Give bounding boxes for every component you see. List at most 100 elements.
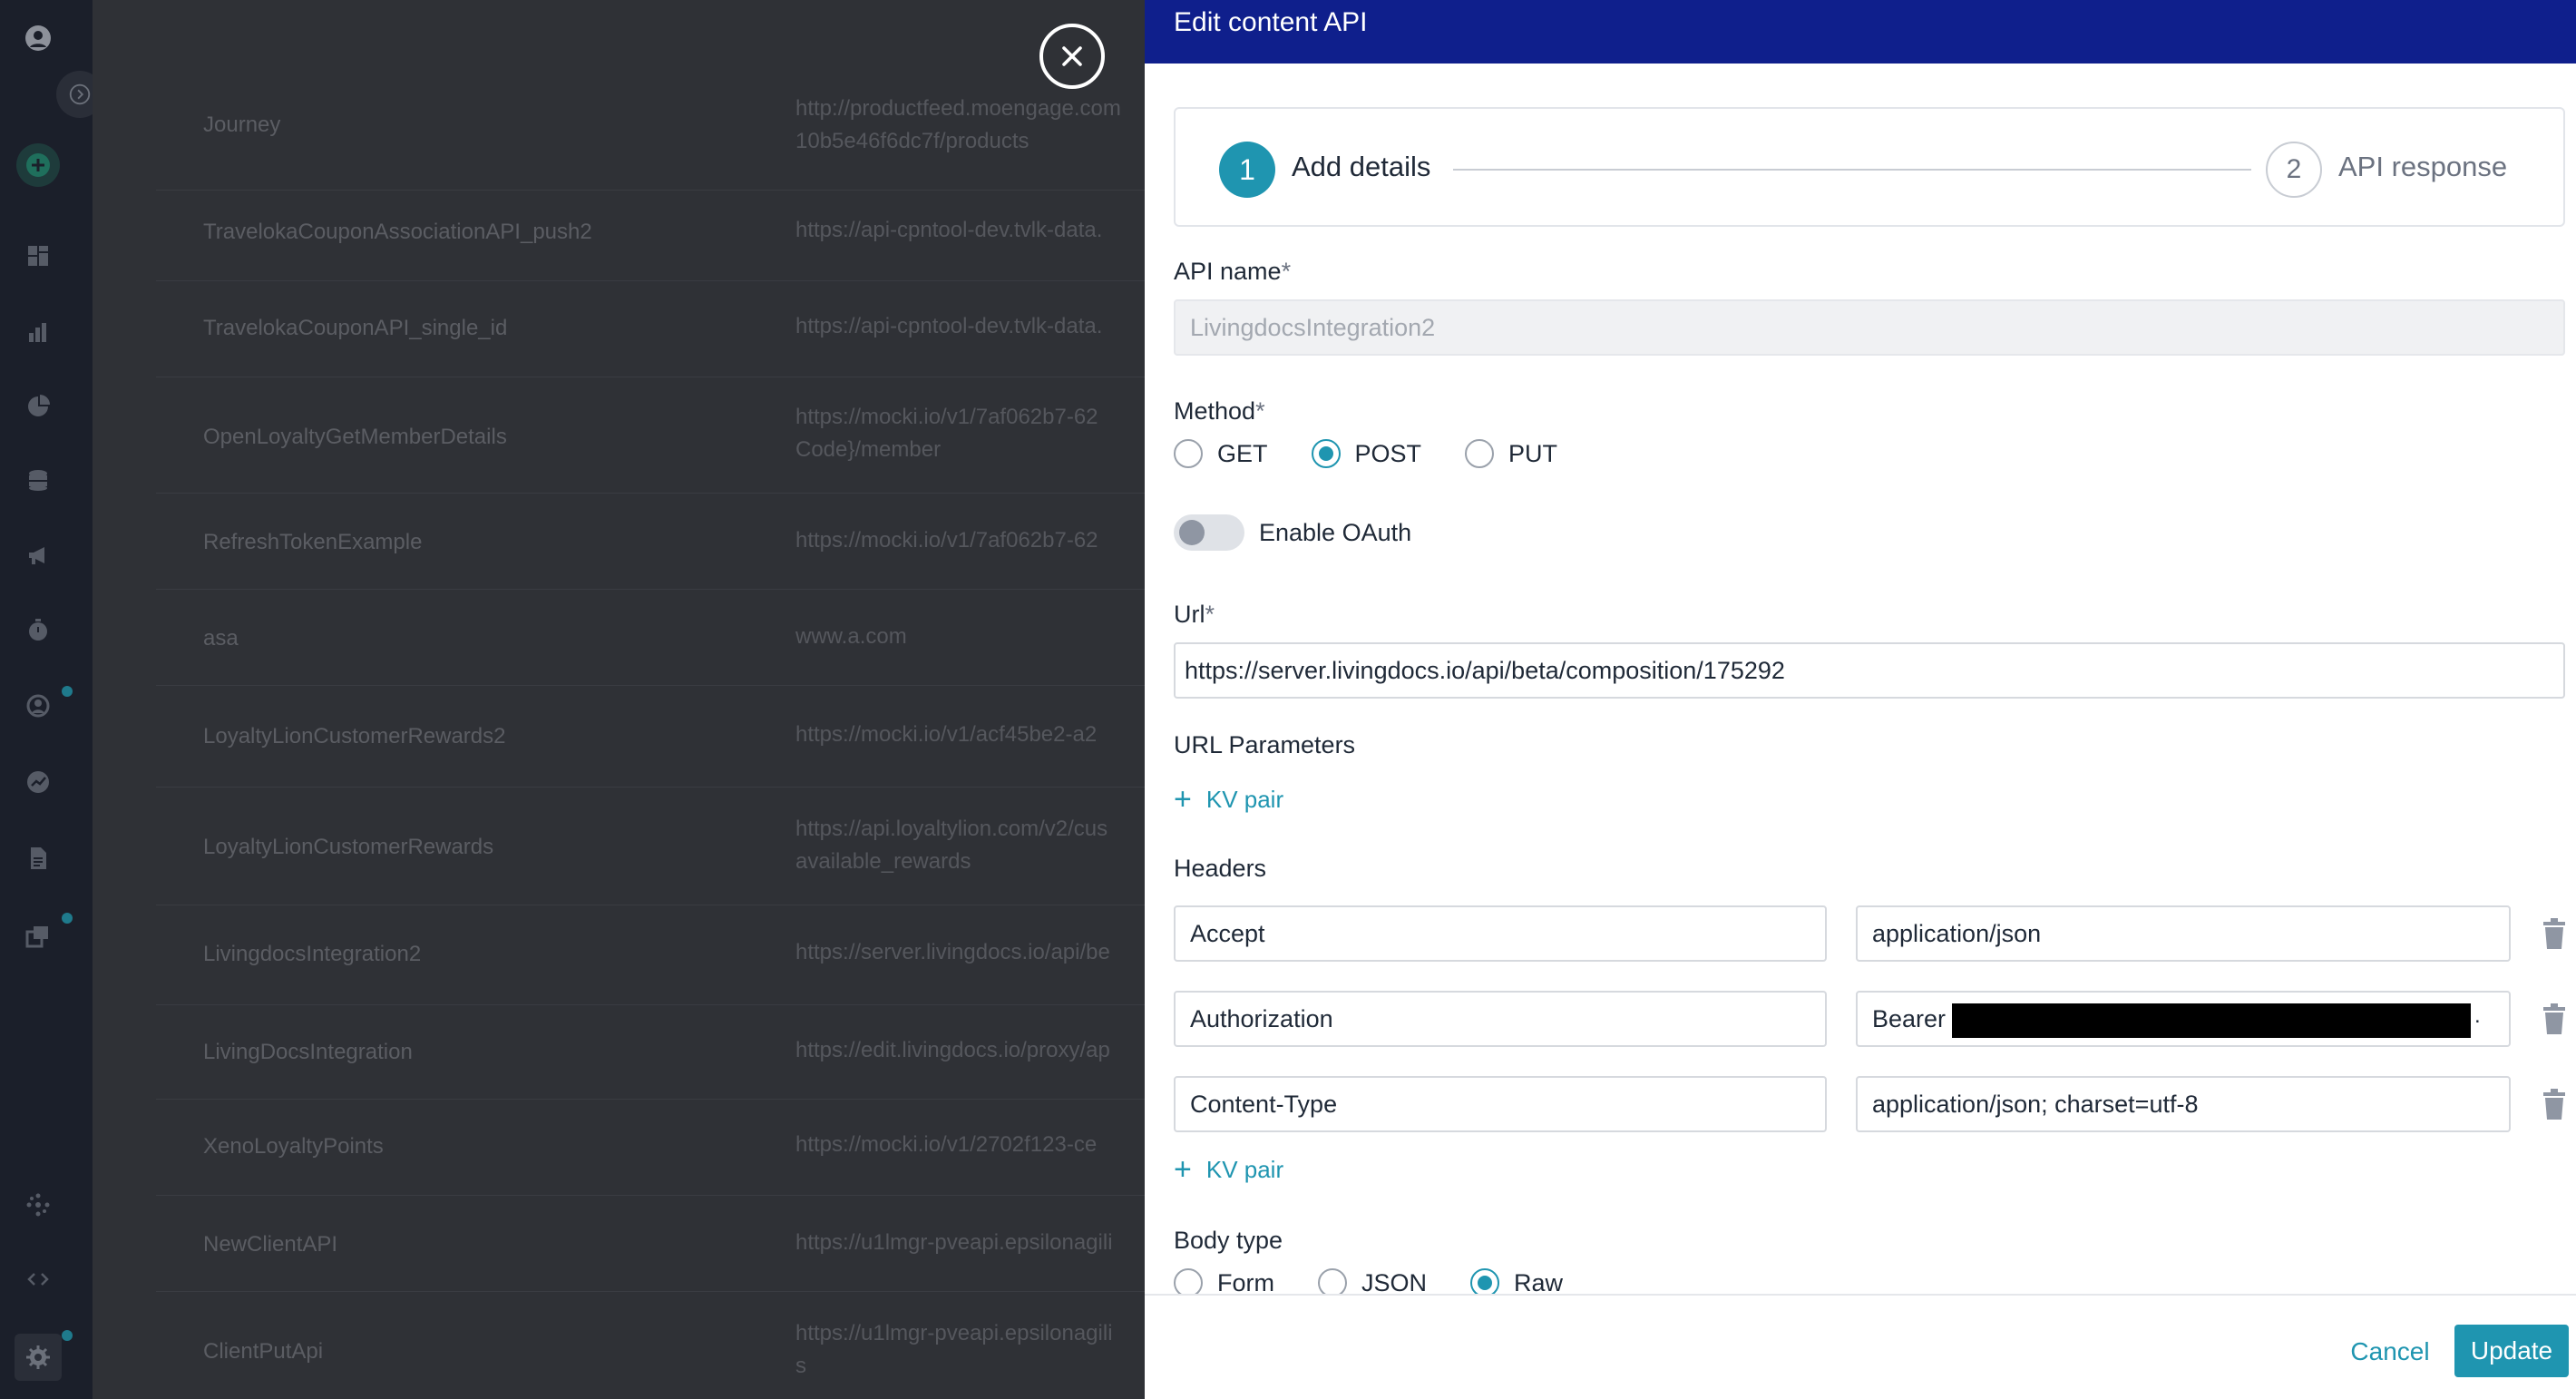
step-2-label[interactable]: API response	[2338, 151, 2507, 183]
table-row: LivingDocsIntegration https://edit.livin…	[156, 1005, 1145, 1100]
api-url-cell: https://mocki.io/v1/7af062b7-62 Code}/mem…	[795, 405, 1098, 462]
timer-icon[interactable]	[20, 611, 56, 648]
settings-gear-icon[interactable]	[15, 1334, 62, 1381]
body-json-label[interactable]: JSON	[1361, 1269, 1427, 1297]
api-url-cell: https://api-cpntool-dev.tvlk-data.	[795, 314, 1103, 338]
api-name-cell: LoyaltyLionCustomerRewards	[203, 835, 494, 859]
step-connector	[1453, 169, 2251, 171]
step-1-indicator[interactable]: 1	[1219, 142, 1275, 198]
redacted-token-block	[1952, 1003, 2471, 1038]
content-library-icon[interactable]	[20, 918, 56, 954]
add-url-parameter-button[interactable]: + KV pair	[1174, 784, 1283, 815]
method-radio-group: GET POST PUT	[1174, 439, 1601, 468]
api-url-cell: http://productfeed.moengage.com 10b5e46f6…	[795, 96, 1121, 153]
truncation-ellipsis: .	[2474, 1003, 2481, 1028]
header-key-input[interactable]	[1174, 991, 1827, 1047]
delete-header-trash-icon[interactable]	[2542, 918, 2567, 949]
document-icon[interactable]	[20, 840, 56, 876]
users-icon[interactable]	[20, 688, 56, 724]
dashboard-icon[interactable]	[20, 238, 56, 274]
api-url-cell: https://mocki.io/v1/acf45be2-a2	[795, 722, 1098, 747]
method-post-radio[interactable]	[1311, 439, 1341, 468]
delete-header-trash-icon[interactable]	[2542, 1089, 2567, 1120]
analytics-bar-icon[interactable]	[20, 314, 56, 350]
api-name-input[interactable]	[1174, 299, 2565, 356]
api-url-cell: https://u1lmgr-pveapi.epsilonagili	[795, 1230, 1113, 1255]
database-icon[interactable]	[20, 463, 56, 499]
add-kv-pair-label: KV pair	[1205, 785, 1284, 813]
header-value-input[interactable]	[1856, 1076, 2511, 1132]
plus-icon: +	[1174, 1152, 1192, 1187]
trends-icon[interactable]	[20, 764, 56, 800]
table-row: LoyaltyLionCustomerRewards2 https://mock…	[156, 686, 1145, 788]
api-name-cell: asa	[203, 626, 239, 651]
api-name-cell: NewClientAPI	[203, 1232, 338, 1257]
campaigns-megaphone-icon[interactable]	[20, 537, 56, 573]
headers-label: Headers	[1174, 855, 1267, 882]
header-value-input[interactable]	[1856, 905, 2511, 962]
method-put-label[interactable]: PUT	[1508, 440, 1557, 468]
body-type-label: Body type	[1174, 1227, 1283, 1254]
table-row: OpenLoyaltyGetMemberDetails https://mock…	[156, 377, 1145, 494]
table-row: asa www.a.com	[156, 590, 1145, 686]
api-name-cell: XenoLoyaltyPoints	[203, 1134, 384, 1159]
api-url-cell: https://mocki.io/v1/2702f123-ce	[795, 1132, 1098, 1157]
table-row: TravelokaCouponAPI_single_id https://api…	[156, 281, 1145, 377]
table-row: LivingdocsIntegration2 https://server.li…	[156, 905, 1145, 1005]
table-row: TravelokaCouponAssociationAPI_push2 http…	[156, 191, 1145, 281]
api-list-background: Journey http://productfeed.moengage.com 1…	[93, 0, 1145, 1399]
drawer-title: Edit content API	[1174, 7, 1368, 37]
table-row: XenoLoyaltyPoints https://mocki.io/v1/27…	[156, 1100, 1145, 1196]
api-name-cell: LivingdocsIntegration2	[203, 942, 422, 966]
body-form-label[interactable]: Form	[1217, 1269, 1274, 1297]
api-url-cell: https://api.loyaltylion.com/v2/cus availa…	[795, 817, 1108, 874]
api-url-cell: https://u1lmgr-pveapi.epsilonagili s	[795, 1321, 1113, 1378]
update-button[interactable]: Update	[2454, 1325, 2569, 1377]
method-get-label[interactable]: GET	[1217, 440, 1268, 468]
method-post-label[interactable]: POST	[1355, 440, 1422, 468]
api-url-cell: https://mocki.io/v1/7af062b7-62	[795, 528, 1098, 553]
url-input[interactable]	[1174, 642, 2565, 699]
plus-icon: +	[1174, 782, 1192, 817]
add-header-button[interactable]: + KV pair	[1174, 1154, 1283, 1185]
api-url-cell: https://api-cpntool-dev.tvlk-data.	[795, 218, 1103, 242]
cancel-button[interactable]: Cancel	[2340, 1326, 2440, 1377]
method-get-radio[interactable]	[1174, 439, 1203, 468]
api-name-cell: ClientPutApi	[203, 1339, 324, 1364]
header-key-input[interactable]	[1174, 1076, 1827, 1132]
table-row: NewClientAPI https://u1lmgr-pveapi.epsil…	[156, 1196, 1145, 1292]
api-name-cell: LivingDocsIntegration	[203, 1040, 413, 1064]
url-label: Url*	[1174, 601, 1215, 628]
table-row: LoyaltyLionCustomerRewards https://api.l…	[156, 788, 1145, 905]
method-label: Method*	[1174, 397, 1265, 425]
table-row: Journey http://productfeed.moengage.com 1…	[156, 80, 1145, 191]
body-raw-label[interactable]: Raw	[1514, 1269, 1563, 1297]
api-url-cell: https://server.livingdocs.io/api/be	[795, 940, 1110, 964]
step-2-indicator[interactable]: 2	[2266, 142, 2322, 198]
segments-pie-icon[interactable]	[20, 388, 56, 425]
close-icon	[1062, 46, 1082, 66]
settings-notification-dot	[62, 1330, 73, 1341]
edit-content-api-drawer: Edit content API 1 Add details 2 API res…	[1145, 0, 2576, 1399]
api-name-cell: Journey	[203, 113, 281, 137]
table-row: ClientPutApi https://u1lmgr-pveapi.epsil…	[156, 1292, 1145, 1399]
delete-header-trash-icon[interactable]	[2542, 1003, 2567, 1034]
enable-oauth-label: Enable OAuth	[1259, 519, 1412, 546]
api-name-cell: LoyaltyLionCustomerRewards2	[203, 724, 506, 748]
api-name-cell: RefreshTokenExample	[203, 530, 423, 554]
code-icon[interactable]	[20, 1261, 56, 1297]
enable-oauth-toggle[interactable]	[1174, 514, 1244, 551]
header-key-input[interactable]	[1174, 905, 1827, 962]
close-drawer-button[interactable]	[1039, 24, 1105, 89]
api-name-cell: TravelokaCouponAPI_single_id	[203, 316, 508, 340]
integrations-icon[interactable]	[20, 1187, 56, 1223]
method-put-radio[interactable]	[1465, 439, 1495, 468]
api-name-cell: OpenLoyaltyGetMemberDetails	[203, 425, 507, 449]
create-plus-icon[interactable]	[16, 143, 60, 187]
content-notification-dot	[62, 913, 73, 924]
step-1-label[interactable]: Add details	[1292, 151, 1430, 183]
profile-avatar-icon[interactable]	[20, 20, 56, 56]
api-url-cell: https://edit.livingdocs.io/proxy/ap	[795, 1038, 1110, 1062]
api-name-label: API name*	[1174, 258, 1292, 285]
url-parameters-label: URL Parameters	[1174, 731, 1356, 758]
